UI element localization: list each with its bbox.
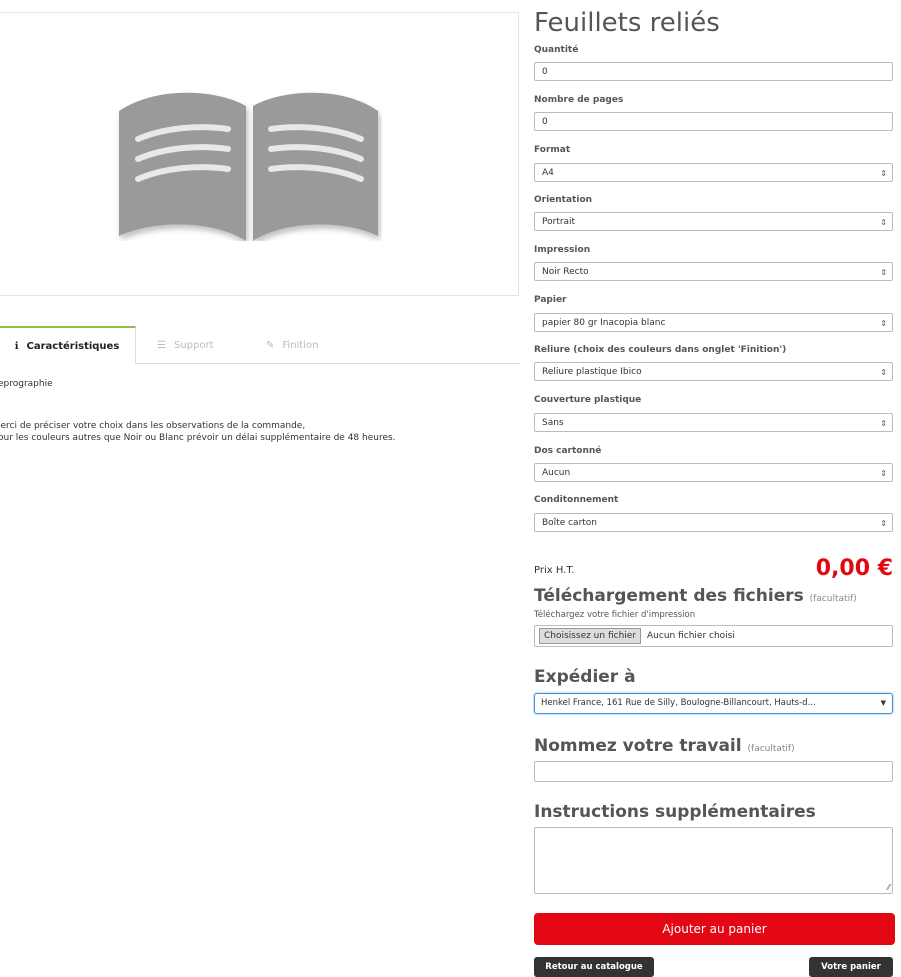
select-arrows-icon: ⇕ [880,419,887,428]
binding-label: Reliure (choix des couleurs dans onglet … [534,345,787,355]
product-title: Feuillets reliés [534,8,720,38]
format-select[interactable]: A4 ⇕ [534,163,893,182]
orientation-select[interactable]: Portrait ⇕ [534,212,893,231]
choose-file-button[interactable]: Choisissez un fichier [539,628,642,644]
paper-select[interactable]: papier 80 gr Inacopia blanc ⇕ [534,313,893,332]
description-category: eprographie [0,379,53,389]
job-name-optional-note: (facultatif) [747,744,795,754]
select-arrows-icon: ⇕ [880,519,887,528]
quantity-label: Quantité [534,45,579,55]
resize-grip-icon[interactable]: ⁄⁄ [887,883,890,892]
tab-caracteristiques[interactable]: ℹ Caractéristiques [0,326,136,365]
add-to-cart-button[interactable]: Ajouter au panier [534,913,895,945]
product-image-frame [0,12,519,296]
packaging-label: Conditonnement [534,495,619,505]
binding-select[interactable]: Reliure plastique Ibico ⇕ [534,362,893,381]
cover-select[interactable]: Sans ⇕ [534,413,893,432]
info-icon: ℹ [14,340,19,352]
packaging-value: Boîte carton [542,518,598,528]
upload-heading-text: Téléchargement des fichiers [534,586,804,606]
tab-label: Finition [282,339,319,351]
upload-optional-note: (facultatif) [809,594,857,604]
quantity-input[interactable]: 0 [534,62,893,81]
backing-label: Dos cartonné [534,446,602,456]
file-status: Aucun fichier choisi [647,631,735,641]
upload-heading: Téléchargement des fichiers (facultatif) [534,586,857,606]
list-icon: ☰ [157,339,166,351]
format-value: A4 [542,168,554,178]
page-count-input[interactable]: 0 [534,112,893,131]
select-arrows-icon: ⇕ [880,169,887,178]
job-name-input[interactable] [534,761,893,782]
file-upload-field[interactable]: Choisissez un fichier Aucun fichier choi… [534,625,893,647]
shipping-address-select[interactable]: Henkel France, 161 Rue de Silly, Boulogn… [534,693,893,714]
paper-label: Papier [534,295,567,305]
tab-finition[interactable]: ✎ Finition [266,327,318,363]
orientation-value: Portrait [542,217,576,227]
tab-label: Caractéristiques [26,340,120,352]
your-cart-button[interactable]: Votre panier [809,957,893,977]
select-arrows-icon: ⇕ [880,469,887,478]
page-count-label: Nombre de pages [534,95,624,105]
description-line-2: our les couleurs autres que Noir ou Blan… [0,433,396,443]
shipping-heading: Expédier à [534,667,636,687]
select-arrows-icon: ⇕ [880,268,887,277]
cover-value: Sans [542,418,564,428]
job-name-heading: Nommez votre travail (facultatif) [534,736,795,756]
quantity-value: 0 [542,67,548,77]
binding-value: Reliure plastique Ibico [542,367,642,377]
back-to-catalog-button[interactable]: Retour au catalogue [534,957,654,977]
page-count-value: 0 [542,117,548,127]
pencil-icon: ✎ [266,339,275,351]
printing-select[interactable]: Noir Recto ⇕ [534,262,893,281]
backing-value: Aucun [542,468,571,478]
cover-label: Couverture plastique [534,395,642,405]
shipping-address-value: Henkel France, 161 Rue de Silly, Boulogn… [541,698,816,708]
chevron-down-icon: ▼ [880,699,886,707]
tab-label: Support [173,339,214,351]
price-value: 0,00 € [815,556,893,581]
paper-value: papier 80 gr Inacopia blanc [542,318,666,328]
printing-value: Noir Recto [542,267,589,277]
job-name-heading-text: Nommez votre travail [534,736,742,756]
product-details-panel: ℹ Caractéristiques ☰ Support ✎ Finition … [0,0,520,974]
tab-support[interactable]: ☰ Support [157,327,214,363]
printing-label: Impression [534,245,591,255]
price-label: Prix H.T. [534,565,575,576]
product-tabs: ℹ Caractéristiques ☰ Support ✎ Finition [0,326,520,365]
description-line-1: lerci de préciser votre choix dans les o… [0,421,306,431]
select-arrows-icon: ⇕ [880,319,887,328]
format-label: Format [534,145,571,155]
select-arrows-icon: ⇕ [880,218,887,227]
select-arrows-icon: ⇕ [880,368,887,377]
instructions-heading: Instructions supplémentaires [534,802,816,822]
backing-select[interactable]: Aucun ⇕ [534,463,893,482]
open-book-icon [119,92,378,241]
instructions-textarea[interactable]: ⁄⁄ [534,827,893,894]
packaging-select[interactable]: Boîte carton ⇕ [534,513,893,532]
upload-sublabel: Téléchargez votre fichier d'impression [534,610,696,620]
orientation-label: Orientation [534,195,593,205]
